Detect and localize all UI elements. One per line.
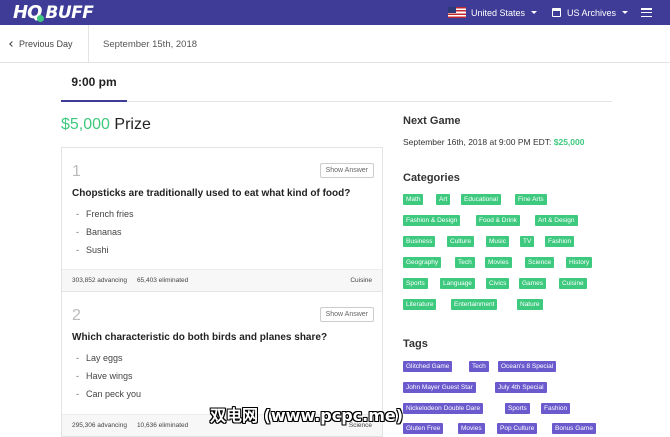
question-stats: 303,852 advancing 65,403 eliminated Cuis… [62, 269, 382, 291]
previous-day-link[interactable]: Previous Day [0, 25, 89, 63]
question-text: Chopsticks are traditionally used to eat… [72, 188, 351, 199]
categories-heading: Categories [403, 172, 460, 184]
category-tag[interactable]: Cuisine [559, 278, 587, 289]
question-text: Which characteristic do both birds and p… [72, 332, 328, 343]
question-card: 1 Show Answer Chopsticks are traditional… [61, 147, 383, 292]
hamburger-menu-icon[interactable] [641, 8, 652, 17]
show-answer-button[interactable]: Show Answer [319, 307, 374, 322]
question-category: Cuisine [350, 277, 372, 284]
category-tag[interactable]: Science [525, 257, 555, 268]
tag-chip[interactable]: Pop Culture [497, 423, 538, 434]
archives-label: US Archives [567, 7, 617, 18]
chevron-left-icon [9, 41, 15, 47]
category-tag[interactable]: Art & Design [535, 215, 578, 226]
tag-chip[interactable]: Ocean's 8 Special [498, 361, 557, 372]
advancing-count: 295,306 advancing [72, 422, 127, 429]
tag-chip[interactable]: Gluten Free [403, 423, 444, 434]
category-tag[interactable]: Fashion & Design [403, 215, 461, 226]
show-answer-button[interactable]: Show Answer [319, 163, 374, 178]
country-dropdown[interactable]: United States [448, 4, 538, 21]
prize-heading: $5,000 Prize [61, 116, 151, 134]
tag-chip[interactable]: Nickelodeon Double Dare [403, 403, 484, 414]
next-game-amount: $25,000 [553, 137, 585, 147]
category-tag[interactable]: Culture [447, 236, 474, 247]
category-tag[interactable]: Art [436, 194, 451, 205]
eliminated-count: 65,403 eliminated [136, 277, 189, 284]
logo-buff-text: BUFF [45, 2, 94, 23]
day-navigation: Previous Day September 15th, 2018 [0, 25, 670, 63]
tag-chip[interactable]: Tech [469, 361, 489, 372]
category-tag[interactable]: Fashion [545, 236, 575, 247]
answer-list: - French fries - Bananas - Sushi [76, 209, 134, 263]
category-tag[interactable]: Fine Arts [515, 194, 547, 205]
category-tag[interactable]: Nature [517, 299, 543, 310]
answer-item: - Sushi [76, 245, 109, 255]
caret-down-icon [531, 11, 538, 14]
category-tag[interactable]: Sports [403, 278, 428, 289]
tag-chip[interactable]: July 4th Special [495, 382, 547, 393]
eliminated-count: 10,636 eliminated [136, 422, 189, 429]
tag-chip[interactable]: Movies [458, 423, 485, 434]
current-date: September 15th, 2018 [103, 38, 198, 50]
answer-item: - French fries [76, 209, 134, 219]
us-flag-icon [448, 7, 466, 18]
category-tag[interactable]: Music [486, 236, 509, 247]
next-game-info: September 16th, 2018 at 9:00 PM EDT: $25… [403, 137, 584, 147]
logo-hq-text: HQ [13, 2, 45, 23]
tag-chip[interactable]: John Mayer Guest Star [403, 382, 476, 393]
country-label: United States [471, 7, 526, 18]
category-tag[interactable]: Business [403, 236, 436, 247]
watermark-text: 双电网 (www.pcpc.me) [210, 406, 404, 425]
previous-day-label: Previous Day [19, 39, 73, 49]
hqbuff-logo[interactable]: HQ BUFF [13, 2, 94, 23]
category-tag[interactable]: Math [403, 194, 424, 205]
next-game-date: September 16th, 2018 at 9:00 PM EDT: [403, 137, 554, 147]
answer-item: - Bananas [76, 227, 122, 237]
answer-item: - Lay eggs [76, 353, 123, 363]
prize-label: Prize [114, 116, 151, 133]
prize-amount: $5,000 [61, 116, 110, 133]
top-navbar: HQ BUFF United States US Archives [0, 0, 670, 25]
calendar-icon [552, 8, 561, 17]
category-tag[interactable]: History [566, 257, 593, 268]
category-tag[interactable]: Literature [403, 299, 437, 310]
next-game-heading: Next Game [403, 115, 461, 127]
category-tag[interactable]: Tech [455, 257, 475, 268]
category-tag[interactable]: Civics [486, 278, 510, 289]
category-tag[interactable]: Food & Drink [476, 215, 520, 226]
question-number: 2 [72, 307, 81, 324]
tag-chip[interactable]: Fashion [541, 403, 571, 414]
category-tag[interactable]: Games [519, 278, 546, 289]
category-tag[interactable]: Language [440, 278, 475, 289]
advancing-count: 303,852 advancing [72, 277, 127, 284]
tag-chip[interactable]: Bonus Game [552, 423, 596, 434]
answer-item: - Have wings [76, 371, 133, 381]
category-tag[interactable]: Geography [403, 257, 442, 268]
question-number: 1 [72, 163, 81, 180]
answer-item: - Can peck you [76, 389, 142, 399]
category-tag[interactable]: Educational [461, 194, 501, 205]
tab-9pm[interactable]: 9:00 pm [61, 63, 127, 102]
category-tag[interactable]: Entertainment [451, 299, 498, 310]
category-tag[interactable]: TV [520, 236, 535, 247]
tags-heading: Tags [403, 338, 428, 350]
game-time-tabs: 9:00 pm [61, 63, 612, 102]
caret-down-icon [622, 11, 629, 14]
tag-chip[interactable]: Glitched Game [403, 361, 453, 372]
tag-chip[interactable]: Sports [505, 403, 530, 414]
answer-list: - Lay eggs - Have wings - Can peck you [76, 353, 141, 407]
archives-dropdown[interactable]: US Archives [552, 4, 629, 21]
category-tag[interactable]: Movies [485, 257, 512, 268]
